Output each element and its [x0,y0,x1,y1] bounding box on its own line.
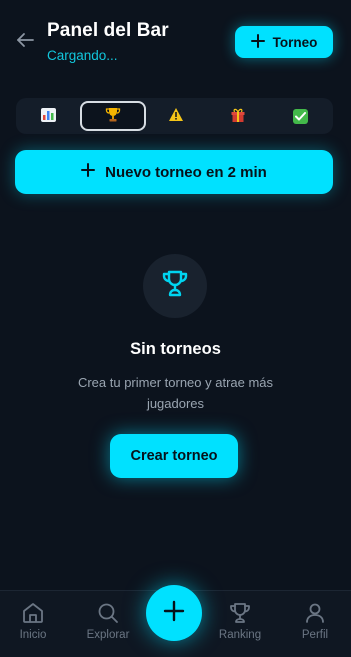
bar-chart-icon [41,107,57,125]
nav-label-perfil: Perfil [301,629,329,641]
back-button[interactable] [14,32,36,52]
nav-item-explorar[interactable]: Explorar [78,601,138,651]
trophy-icon [105,107,121,126]
plus-icon [250,33,265,51]
header: Panel del Bar Cargando... Torneo [0,0,351,84]
dashboard-tabs [16,98,333,134]
new-tournament-label: Nuevo torneo en 2 min [105,163,267,181]
empty-state-title: Sin torneos [130,340,221,358]
plus-icon [81,163,96,181]
tab-tournaments[interactable] [79,101,146,131]
tab-alerts[interactable] [146,101,208,131]
empty-state-description: Crea tu primer torneo y atrae más jugado… [77,375,274,411]
trophy-icon [228,601,252,625]
bar-panel-screen: Panel del Bar Cargando... Torneo Nuevo t… [0,0,351,657]
nav-item-perfil[interactable]: Perfil [285,601,345,651]
search-icon [96,601,120,625]
arrow-left-icon [16,32,34,53]
page-title: Panel del Bar [47,20,169,41]
create-fab-button[interactable] [146,585,202,641]
tab-stats[interactable] [18,101,80,131]
new-tournament-button[interactable]: Nuevo torneo en 2 min [15,150,333,194]
empty-state-icon-circle [143,254,207,318]
nav-item-inicio[interactable]: Inicio [3,601,63,651]
gift-icon [230,107,246,126]
check-icon [292,108,308,124]
page-subtitle: Cargando... [47,48,118,63]
torneo-button-label: Torneo [272,34,318,50]
home-icon [21,601,45,625]
warning-icon [168,107,184,125]
plus-icon [163,600,185,627]
create-tournament-button[interactable]: Crear torneo [110,434,238,478]
user-icon [303,601,327,625]
tab-completed[interactable] [269,101,331,131]
nav-label-explorar: Explorar [86,629,130,641]
add-torneo-button[interactable]: Torneo [235,26,333,58]
trophy-icon [161,269,189,304]
nav-item-ranking[interactable]: Ranking [210,601,270,651]
tab-rewards[interactable] [207,101,269,131]
nav-label-ranking: Ranking [218,629,262,641]
nav-label-inicio: Inicio [19,629,47,641]
